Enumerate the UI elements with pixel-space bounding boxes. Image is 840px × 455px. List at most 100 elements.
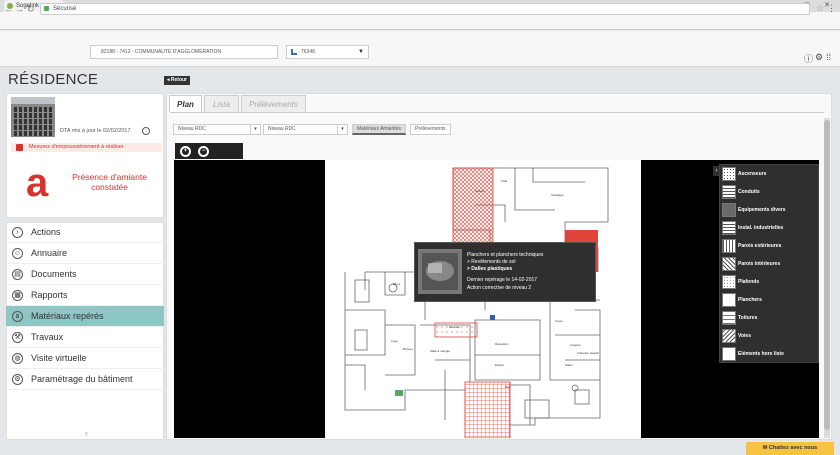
legend-label: Planchers — [738, 297, 762, 303]
legend-item-6[interactable]: Plafonds — [720, 273, 818, 291]
menu-item-1[interactable]: ☺ Annuaire — [6, 243, 164, 264]
settings-icon: ⚙ — [12, 374, 23, 385]
menu-item-0[interactable]: › Actions — [6, 222, 164, 243]
chat-button[interactable]: ✉ Chattez avec nous — [746, 442, 834, 455]
gear-icon[interactable]: ⚙ — [815, 52, 823, 63]
legend-item-3[interactable]: Instal. industrielles — [720, 219, 818, 237]
legend-item-0[interactable]: Ascenseurs — [720, 165, 818, 183]
legend-label: Ascenseurs — [738, 171, 767, 177]
legend-item-1[interactable]: Conduits — [720, 183, 818, 201]
level-select-2[interactable]: Niveau RDC ▾ — [263, 124, 348, 135]
tab-plan[interactable]: Plan — [169, 95, 202, 112]
collectivity-select[interactable]: 82188 - 7412 - COMMUNAUTE D'AGGLOMERATIO… — [90, 45, 278, 59]
report-icon: ▦ — [12, 290, 23, 301]
asbestos-status-text: Présence d'amiante constatée — [72, 172, 147, 192]
legend-item-8[interactable]: Toitures — [720, 309, 818, 327]
toggle-samples[interactable]: Prélèvements — [410, 124, 451, 135]
apps-grid-icon[interactable]: ⁞⁞ — [826, 52, 831, 62]
reload-icon[interactable]: ↻ — [27, 3, 35, 15]
back-arrow-icon[interactable]: ← — [4, 3, 13, 15]
building-select[interactable]: 76348 ▼ — [286, 45, 369, 59]
scrollbar-thumb[interactable] — [824, 120, 830, 430]
warning-icon — [16, 144, 23, 151]
works-icon: ⚒ — [12, 332, 23, 343]
menu-item-label: Rapports — [31, 290, 68, 300]
legend-item-5[interactable]: Parois intérieures — [720, 255, 818, 273]
menu-item-label: Paramétrage du bâtiment — [31, 374, 133, 384]
people-icon: ☺ — [12, 248, 23, 259]
tooltip-action: Action corrective de niveau 2 — [467, 285, 532, 291]
dust-measure-warning: Mesures d'empoussièrement à réaliser — [11, 143, 162, 152]
menu-item-7[interactable]: ⚙ Paramétrage du bâtiment — [6, 369, 164, 390]
zoom-out-icon[interactable]: − — [198, 146, 209, 157]
chevron-down-icon: ▾ — [250, 125, 260, 134]
level-select-2-value: Niveau RDC — [268, 126, 296, 132]
legend-swatch-lightdots — [722, 275, 736, 289]
legend-swatch-lines — [722, 311, 736, 325]
building-select-value: 76348 — [301, 49, 315, 55]
menu-item-6[interactable]: ◍ Visite virtuelle — [6, 348, 164, 369]
legend-item-10[interactable]: Eléments hors liste — [720, 345, 818, 363]
legend-item-9[interactable]: Voies — [720, 327, 818, 345]
legend-label: Parois extérieures — [738, 243, 782, 249]
legend-item-7[interactable]: Planchers — [720, 291, 818, 309]
download-icon[interactable]: ↓ — [142, 127, 150, 135]
legend-label: Voies — [738, 333, 751, 339]
building-photo — [11, 97, 55, 137]
menu-item-4[interactable]: a Matériaux repérés — [6, 306, 164, 327]
url-input[interactable]: Sécurisé — [40, 3, 810, 15]
tooltip-category: Planchers et planchers techniques — [467, 252, 544, 258]
plan-room-label: Bureau — [403, 347, 413, 351]
chat-button-label: Chattez avec nous — [768, 445, 818, 451]
plan-room-label: Réception — [495, 342, 509, 346]
asbestos-icon: a — [12, 311, 23, 322]
legend-swatch-checker — [722, 257, 736, 271]
document-icon: ▤ — [12, 269, 23, 280]
tab-prelevements[interactable]: Prélèvements — [241, 95, 306, 112]
legend-swatch-hlines — [722, 185, 736, 199]
plan-room-label: Salle à manger — [430, 349, 450, 353]
legend-label: Eléments hors liste — [738, 351, 784, 357]
legend-item-4[interactable]: Parois extérieures — [720, 237, 818, 255]
forward-arrow-icon[interactable]: → — [15, 3, 24, 15]
legend-swatch-dense — [722, 203, 736, 217]
legend-swatch-diag — [722, 329, 736, 343]
legend-swatch-plain — [722, 347, 736, 361]
level-select-1[interactable]: Niveau RDC ▾ — [173, 124, 261, 135]
tab-liste[interactable]: Lista — [204, 95, 239, 112]
menu-item-label: Annuaire — [31, 248, 68, 258]
legend-label: Plafonds — [738, 279, 760, 285]
legend-label: Toitures — [738, 315, 758, 321]
lock-icon — [44, 6, 49, 11]
tab-divider — [170, 112, 824, 113]
collapse-menu-icon[interactable]: ‹ — [85, 428, 88, 438]
legend-label: Conduits — [738, 189, 760, 195]
plan-room-label: Lingerie — [570, 343, 581, 347]
material-photo-drawing — [418, 249, 462, 294]
menu-item-5[interactable]: ⚒ Travaux — [6, 327, 164, 348]
plan-room-label: Bloc — [505, 385, 511, 389]
toggle-materials[interactable]: Matériaux Amiantés — [352, 124, 406, 135]
back-button[interactable]: ◂ Retour — [164, 76, 190, 85]
legend-label: Parois intérieures — [738, 261, 781, 267]
legend-swatch-grid — [722, 221, 736, 235]
legend-item-2[interactable]: Equipements divers — [720, 201, 818, 219]
legend-swatch-dots — [722, 167, 736, 181]
security-label: Sécurisé — [53, 6, 77, 12]
zoom-in-icon[interactable]: + — [180, 146, 191, 157]
browser-menu-icon[interactable]: ⋮ — [827, 3, 836, 14]
chevron-down-icon: ▼ — [358, 49, 364, 55]
building-icon — [291, 49, 297, 55]
legend-label: Equipements divers — [738, 207, 786, 213]
page-title: RÉSIDENCE — [8, 71, 99, 88]
menu-item-label: Documents — [31, 269, 77, 279]
warning-text: Mesures d'empoussièrement à réaliser — [29, 144, 124, 150]
menu-item-2[interactable]: ▤ Documents — [6, 264, 164, 285]
menu-item-3[interactable]: ▦ Rapports — [6, 285, 164, 306]
plan-room-label: Français Joseph — [577, 351, 599, 355]
info-icon[interactable]: ⓘ — [804, 52, 813, 65]
level-select-1-value: Niveau RDC — [178, 126, 206, 132]
bookmark-star-icon[interactable]: ☆ — [816, 3, 824, 14]
back-button-label: Retour — [170, 77, 188, 83]
chevron-right-icon: › — [12, 227, 23, 238]
